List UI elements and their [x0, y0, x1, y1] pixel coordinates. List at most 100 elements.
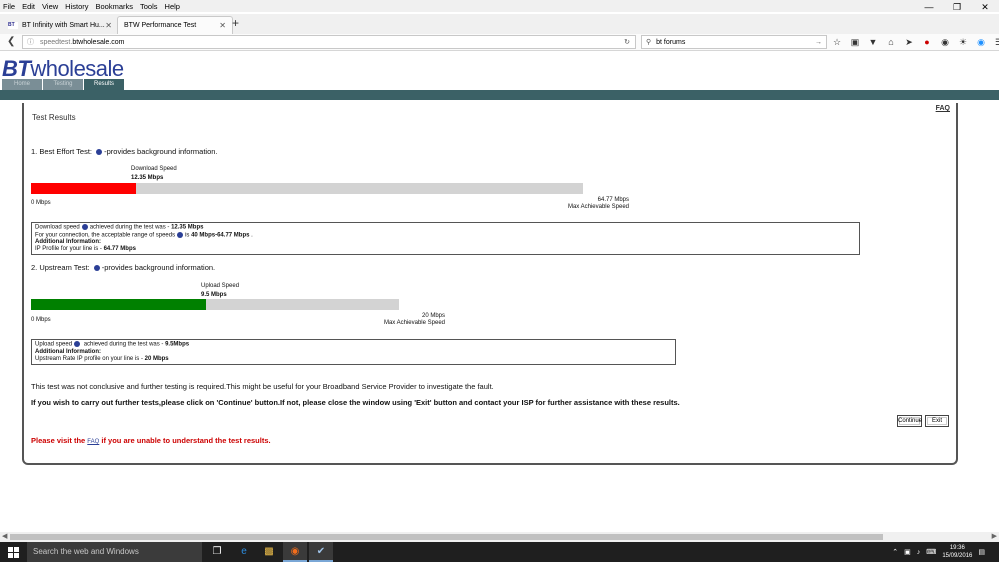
home-icon[interactable]: ⌂ — [882, 35, 900, 49]
menu-bookmarks[interactable]: Bookmarks — [96, 2, 134, 11]
info-icon[interactable] — [74, 341, 81, 347]
download-achieved-value: 12.35 Mbps — [171, 224, 204, 231]
ip-profile-value: 64.77 Mbps — [103, 246, 136, 253]
windows-taskbar: Search the web and Windows ❐ e ▩ ◉ ✔ ⌃ ▣… — [0, 542, 999, 562]
tab-btw-performance-test[interactable]: BTW Performance Test ✕ — [117, 16, 233, 34]
url-bar[interactable]: ⓘ speedtest. btwholesale.com ↻ — [22, 35, 636, 49]
close-tab-icon[interactable]: ✕ — [219, 21, 226, 30]
close-tab-icon[interactable]: ✕ — [105, 21, 112, 30]
scroll-left-icon[interactable]: ◀ — [2, 532, 7, 540]
visit-suffix: if you are unable to understand the test… — [99, 436, 271, 445]
info-icon[interactable] — [81, 224, 88, 230]
close-window-icon[interactable]: ✕ — [971, 0, 999, 14]
clock-date: 15/09/2016 — [942, 553, 973, 559]
text: achieved during the test was - — [89, 224, 172, 231]
abp-icon[interactable]: ● — [918, 35, 936, 49]
clock[interactable]: 19:36 15/09/2016 — [942, 544, 972, 560]
upload-info-line-1: Upload speed achieved during the test wa… — [35, 341, 672, 349]
pocket-icon[interactable]: ▼ — [864, 35, 882, 49]
site-tab-testing[interactable]: Testing — [43, 79, 83, 90]
reading-list-icon[interactable]: ▣ — [846, 35, 864, 49]
horizontal-scrollbar[interactable]: ◀ ▶ — [0, 532, 999, 542]
search-input[interactable]: bt forums — [656, 39, 685, 46]
menu-file[interactable]: File — [3, 2, 15, 11]
window-controls: — ❐ ✕ — [915, 0, 999, 14]
firefox-icon[interactable]: ◉ — [283, 542, 307, 562]
menu-edit[interactable]: Edit — [22, 2, 35, 11]
upstream-heading-prefix: 2. Upstream Test: — [31, 263, 90, 272]
skype-icon[interactable]: ◉ — [972, 35, 990, 49]
new-tab-icon[interactable]: + — [232, 16, 239, 30]
download-info-line-4: IP Profile for your line is - 64.77 Mbps — [35, 246, 856, 253]
download-speed-bar — [31, 183, 583, 194]
text: . — [249, 232, 253, 239]
volume-icon[interactable]: ♪ — [917, 549, 921, 556]
download-info-line-2: For your connection, the acceptable rang… — [35, 231, 856, 240]
task-view-icon[interactable]: ❐ — [205, 542, 229, 562]
upload-speed-fill — [31, 299, 206, 310]
site-tab-results[interactable]: Results — [84, 79, 124, 90]
steam-icon[interactable]: ✔ — [309, 542, 333, 562]
url-host: btwholesale.com — [72, 38, 125, 46]
menu-tools[interactable]: Tools — [140, 2, 158, 11]
taskbar-search-input[interactable]: Search the web and Windows — [27, 542, 202, 562]
edge-icon[interactable]: e — [232, 542, 256, 562]
download-min-label: 0 Mbps — [31, 200, 51, 206]
search-go-arrow-icon[interactable]: → — [815, 39, 822, 46]
upstream-heading-suffix: -provides background information. — [101, 263, 216, 272]
send-icon[interactable]: ➤ — [900, 35, 918, 49]
faq-inline-link[interactable]: FAQ — [87, 439, 99, 445]
extension-icon[interactable]: ◉ — [936, 35, 954, 49]
tray-chevron-up-icon[interactable]: ⌃ — [892, 548, 898, 556]
text: Upstream Rate IP profile on your line is… — [35, 355, 145, 362]
page-content: BTwholesale Home Testing Results FAQ Tes… — [0, 52, 999, 532]
hamburger-menu-icon[interactable]: ☰ — [990, 35, 999, 49]
sync-icon[interactable]: ☀ — [954, 35, 972, 49]
info-icon[interactable] — [96, 149, 103, 156]
menu-bar: File Edit View History Bookmarks Tools H… — [0, 0, 999, 12]
toolbar-icons: ☆ ▣ ▼ ⌂ ➤ ● ◉ ☀ ◉ ☰ — [828, 35, 999, 49]
search-bar[interactable]: ⚲ bt forums → — [641, 35, 827, 49]
download-info-line-3: Additional Information: — [35, 239, 856, 246]
text: IP Profile for your line is - — [35, 246, 104, 253]
info-icon[interactable] — [177, 231, 184, 238]
upload-speed-caption: Upload Speed — [201, 283, 240, 289]
maximize-icon[interactable]: ❐ — [943, 0, 971, 14]
upload-max-value: 20 Mbps — [421, 313, 445, 319]
windows-start-icon[interactable] — [8, 547, 19, 558]
upload-info-line-2: Additional Information: — [35, 349, 672, 356]
site-nav: Home Testing Results — [2, 79, 125, 90]
file-explorer-icon[interactable]: ▩ — [257, 542, 281, 562]
site-tab-home[interactable]: Home — [2, 79, 42, 90]
bt-favicon-icon: BT — [8, 21, 18, 29]
keyboard-icon[interactable]: ⌨ — [926, 548, 936, 556]
upload-min-label: 0 Mbps — [31, 317, 51, 323]
minimize-icon[interactable]: — — [915, 0, 943, 14]
network-icon[interactable]: ▣ — [904, 548, 911, 556]
menu-view[interactable]: View — [42, 2, 58, 11]
bt-wholesale-logo[interactable]: BTwholesale — [2, 58, 124, 80]
back-arrow-icon[interactable]: ❮ — [7, 36, 15, 47]
clock-time: 19:36 — [949, 545, 965, 551]
bookmark-star-icon[interactable]: ☆ — [828, 35, 846, 49]
text: achieved during the test was - — [82, 341, 166, 348]
upload-speed-bar — [31, 299, 399, 310]
menu-help[interactable]: Help — [165, 2, 180, 11]
menu-history[interactable]: History — [65, 2, 88, 11]
action-center-icon[interactable]: ▤ — [978, 548, 985, 556]
scrollbar-thumb[interactable] — [10, 534, 883, 540]
text: Upload speed — [35, 341, 73, 348]
text: Download speed — [35, 224, 80, 231]
results-panel: FAQ Test Results 1. Best Effort Test: -p… — [22, 103, 958, 465]
download-speed-caption: Download Speed — [131, 166, 177, 172]
info-icon[interactable]: ⓘ — [27, 37, 34, 47]
logo-bt: BT — [2, 56, 31, 81]
faq-link[interactable]: FAQ — [936, 105, 950, 112]
continue-button[interactable]: Continue — [897, 415, 922, 427]
download-max-value: 64.77 Mbps — [597, 197, 629, 203]
reload-icon[interactable]: ↻ — [624, 38, 630, 46]
info-icon[interactable] — [93, 265, 100, 272]
scroll-right-icon[interactable]: ▶ — [992, 532, 997, 540]
exit-button[interactable]: Exit — [925, 415, 949, 427]
tab-bt-infinity[interactable]: BT BT Infinity with Smart Hu... ✕ — [2, 16, 118, 34]
